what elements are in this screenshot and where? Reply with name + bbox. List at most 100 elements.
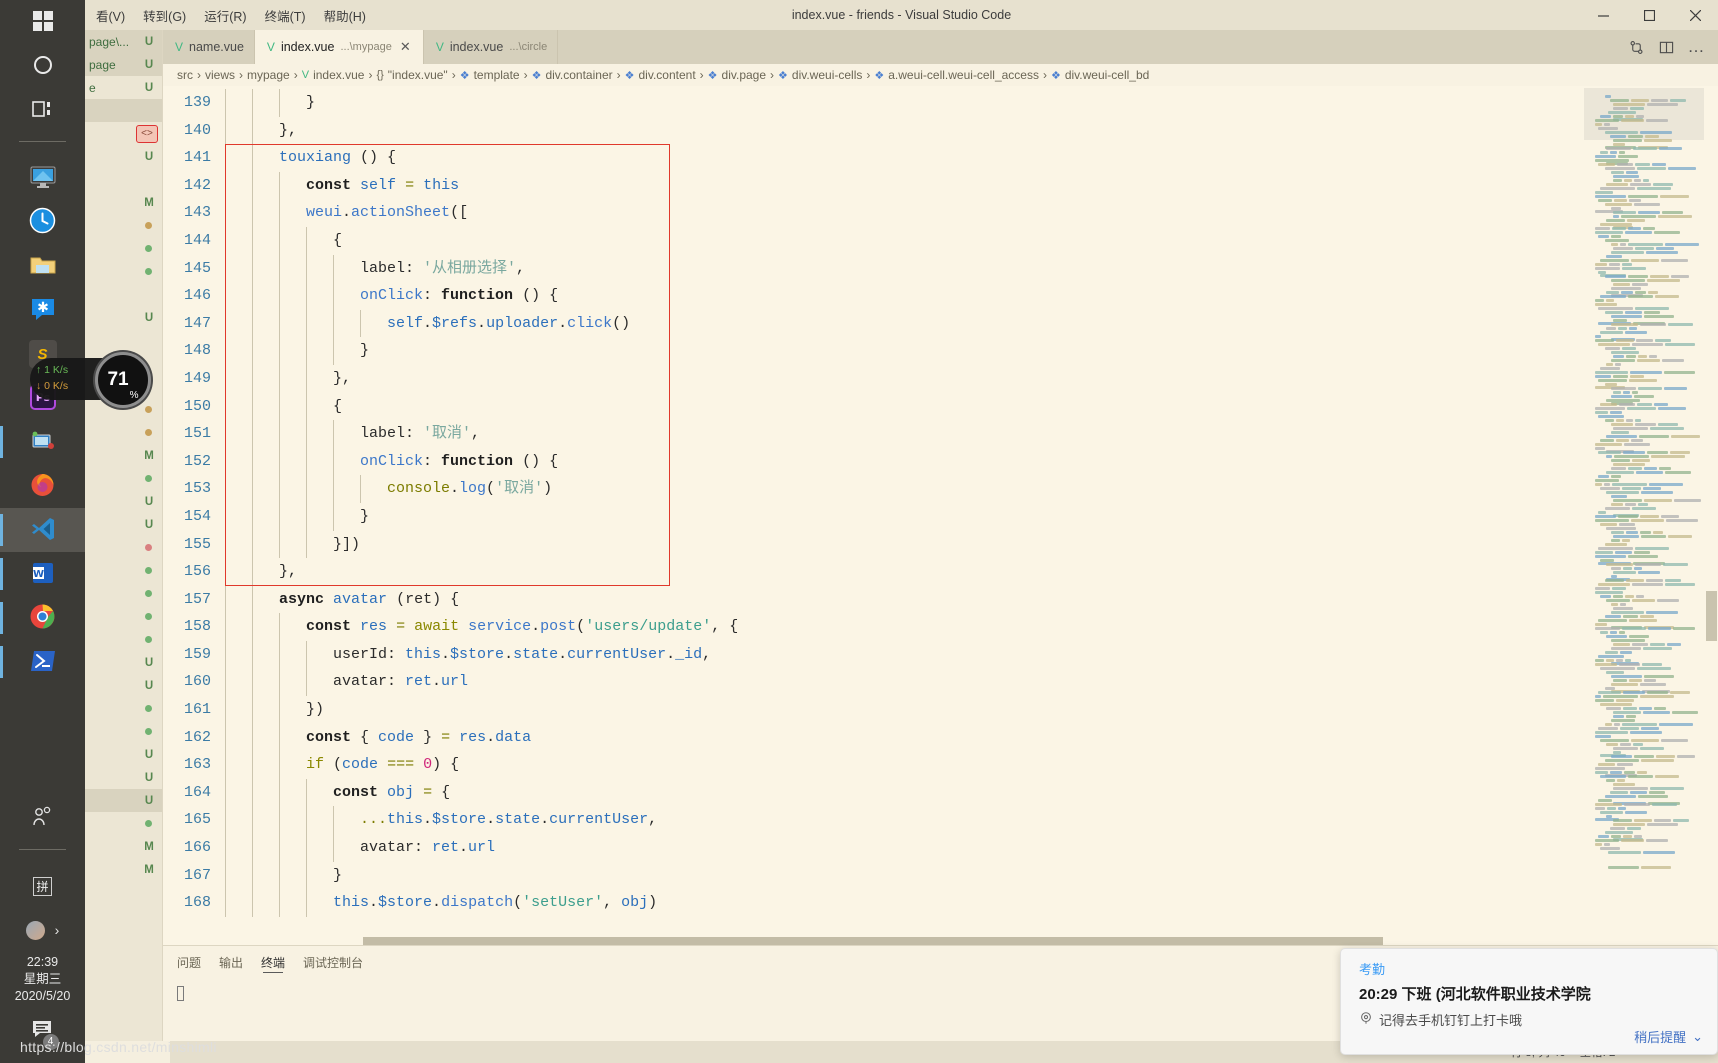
explorer-row[interactable]: U — [85, 766, 162, 789]
taskbar-notification-center[interactable]: 4 — [0, 1009, 85, 1053]
code-line[interactable]: }) — [225, 696, 1584, 724]
code-line[interactable]: } — [225, 89, 1584, 117]
tray-expand-chevron-icon[interactable]: › — [55, 922, 60, 938]
code-content[interactable]: }},touxiang () {const self = thisweui.ac… — [225, 86, 1584, 945]
menu-item-3[interactable]: 终端(T) — [256, 2, 315, 29]
explorer-sidebar[interactable]: page\...UpageUeU<>UMUMUUUUUUUMM — [85, 30, 163, 1041]
editor-vertical-scrollbar[interactable] — [1704, 86, 1718, 945]
code-line[interactable]: self.$refs.uploader.click() — [225, 310, 1584, 338]
explorer-row[interactable] — [85, 260, 162, 283]
code-line[interactable]: const obj = { — [225, 779, 1584, 807]
taskbar-item-word[interactable]: W — [0, 552, 85, 596]
code-line[interactable]: console.log('取消') — [225, 475, 1584, 503]
explorer-row[interactable]: <> — [85, 122, 162, 145]
code-line[interactable]: }, — [225, 558, 1584, 586]
minimap[interactable] — [1584, 86, 1704, 945]
more-actions-icon[interactable]: … — [1682, 33, 1710, 61]
explorer-row[interactable] — [85, 99, 162, 122]
source-code[interactable]: }},touxiang () {const self = thisweui.ac… — [225, 89, 1584, 917]
tray-overflow-row[interactable]: › — [0, 908, 85, 952]
code-line[interactable]: }]) — [225, 531, 1584, 559]
taskbar-item-firefox[interactable] — [0, 464, 85, 508]
code-line[interactable]: }, — [225, 117, 1584, 145]
menu-item-2[interactable]: 运行(R) — [195, 2, 255, 29]
explorer-row[interactable] — [85, 720, 162, 743]
code-line[interactable]: } — [225, 503, 1584, 531]
breadcrumb-item[interactable]: Vindex.vue — [302, 68, 365, 82]
taskbar-item-file-explorer[interactable] — [0, 244, 85, 288]
breadcrumb-item[interactable]: ❖template — [460, 68, 520, 82]
explorer-row[interactable] — [85, 237, 162, 260]
code-line[interactable]: async avatar (ret) { — [225, 586, 1584, 614]
taskbar-item-desktop[interactable] — [0, 156, 85, 200]
code-line[interactable]: avatar: ret.url — [225, 668, 1584, 696]
explorer-row[interactable]: U — [85, 674, 162, 697]
code-line[interactable]: label: '从相册选择', — [225, 255, 1584, 283]
code-line[interactable]: this.$store.dispatch('setUser', obj) — [225, 889, 1584, 917]
code-line[interactable]: const self = this — [225, 172, 1584, 200]
taskbar-item-powershell[interactable] — [0, 640, 85, 684]
editor-tab[interactable]: Vindex.vue...\mypage✕ — [255, 30, 424, 64]
explorer-row[interactable] — [85, 283, 162, 306]
breadcrumb-item[interactable]: {}"index.vue" — [376, 68, 447, 82]
explorer-row[interactable]: M — [85, 191, 162, 214]
taskbar-item-windows-start[interactable] — [0, 0, 85, 44]
menu-item-1[interactable]: 转到(G) — [134, 2, 195, 29]
explorer-row[interactable]: U — [85, 145, 162, 168]
cpu-usage-widget[interactable]: 71 % — [95, 352, 151, 408]
code-line[interactable]: weui.actionSheet([ — [225, 199, 1584, 227]
explorer-row[interactable] — [85, 605, 162, 628]
code-line[interactable]: } — [225, 862, 1584, 890]
breadcrumb-item[interactable]: ❖div.content — [625, 68, 696, 82]
explorer-row[interactable]: eU — [85, 76, 162, 99]
taskbar-clock[interactable]: 22:39 星期三 2020/5/20 — [15, 952, 71, 1009]
code-line[interactable]: if (code === 0) { — [225, 751, 1584, 779]
explorer-row[interactable] — [85, 421, 162, 444]
panel-tab[interactable]: 输出 — [219, 946, 243, 978]
explorer-row[interactable] — [85, 214, 162, 237]
tray-ime-indicator[interactable]: 拼 — [0, 864, 85, 908]
explorer-row[interactable]: U — [85, 789, 162, 812]
taskbar-item-chat[interactable]: ✱ — [0, 288, 85, 332]
explorer-row[interactable] — [85, 536, 162, 559]
taskbar-item-task-view[interactable] — [0, 88, 85, 132]
code-line[interactable]: { — [225, 393, 1584, 421]
breadcrumb[interactable]: src›views›mypage›Vindex.vue›{}"index.vue… — [163, 64, 1718, 86]
explorer-row[interactable]: U — [85, 513, 162, 536]
breadcrumb-item[interactable]: ❖div.page — [708, 68, 766, 82]
explorer-row[interactable]: U — [85, 651, 162, 674]
code-editor[interactable]: 1391401411421431441451461471481491501511… — [163, 86, 1718, 945]
toast-snooze-button[interactable]: 稍后提醒 — [1634, 1027, 1686, 1046]
breadcrumb-item[interactable]: ❖a.weui-cell.weui-cell_access — [874, 68, 1039, 82]
breadcrumb-item[interactable]: ❖div.weui-cell_bd — [1051, 68, 1149, 82]
code-line[interactable]: onClick: function () { — [225, 448, 1584, 476]
split-editor-icon[interactable] — [1652, 33, 1680, 61]
code-line[interactable]: const { code } = res.data — [225, 724, 1584, 752]
explorer-row[interactable] — [85, 467, 162, 490]
code-line[interactable]: label: '取消', — [225, 420, 1584, 448]
taskbar-item-clock-app[interactable] — [0, 200, 85, 244]
menu-item-4[interactable]: 帮助(H) — [315, 2, 375, 29]
explorer-row[interactable]: U — [85, 490, 162, 513]
editor-tab[interactable]: Vname.vue — [163, 30, 255, 64]
toast-actions[interactable]: 稍后提醒 ⌄ — [1634, 1027, 1703, 1046]
panel-tab[interactable]: 问题 — [177, 946, 201, 978]
explorer-row[interactable] — [85, 329, 162, 352]
explorer-row[interactable]: M — [85, 835, 162, 858]
explorer-row[interactable] — [85, 812, 162, 835]
code-line[interactable]: { — [225, 227, 1584, 255]
explorer-row[interactable] — [85, 168, 162, 191]
editor-horizontal-scrollbar[interactable] — [163, 937, 1584, 945]
split-source-control-icon[interactable] — [1622, 33, 1650, 61]
editor-tab[interactable]: Vindex.vue...\circle — [424, 30, 558, 64]
breadcrumb-item[interactable]: ❖div.weui-cells — [778, 68, 862, 82]
taskbar-item-people[interactable] — [0, 796, 85, 840]
breadcrumb-item[interactable]: ❖div.container — [532, 68, 613, 82]
close-icon[interactable]: ✕ — [398, 39, 413, 55]
breadcrumb-item[interactable]: views — [205, 68, 235, 82]
explorer-row[interactable] — [85, 559, 162, 582]
explorer-row[interactable]: pageU — [85, 53, 162, 76]
breadcrumb-item[interactable]: mypage — [247, 68, 290, 82]
chevron-down-icon[interactable]: ⌄ — [1692, 1029, 1703, 1045]
code-line[interactable]: touxiang () { — [225, 144, 1584, 172]
